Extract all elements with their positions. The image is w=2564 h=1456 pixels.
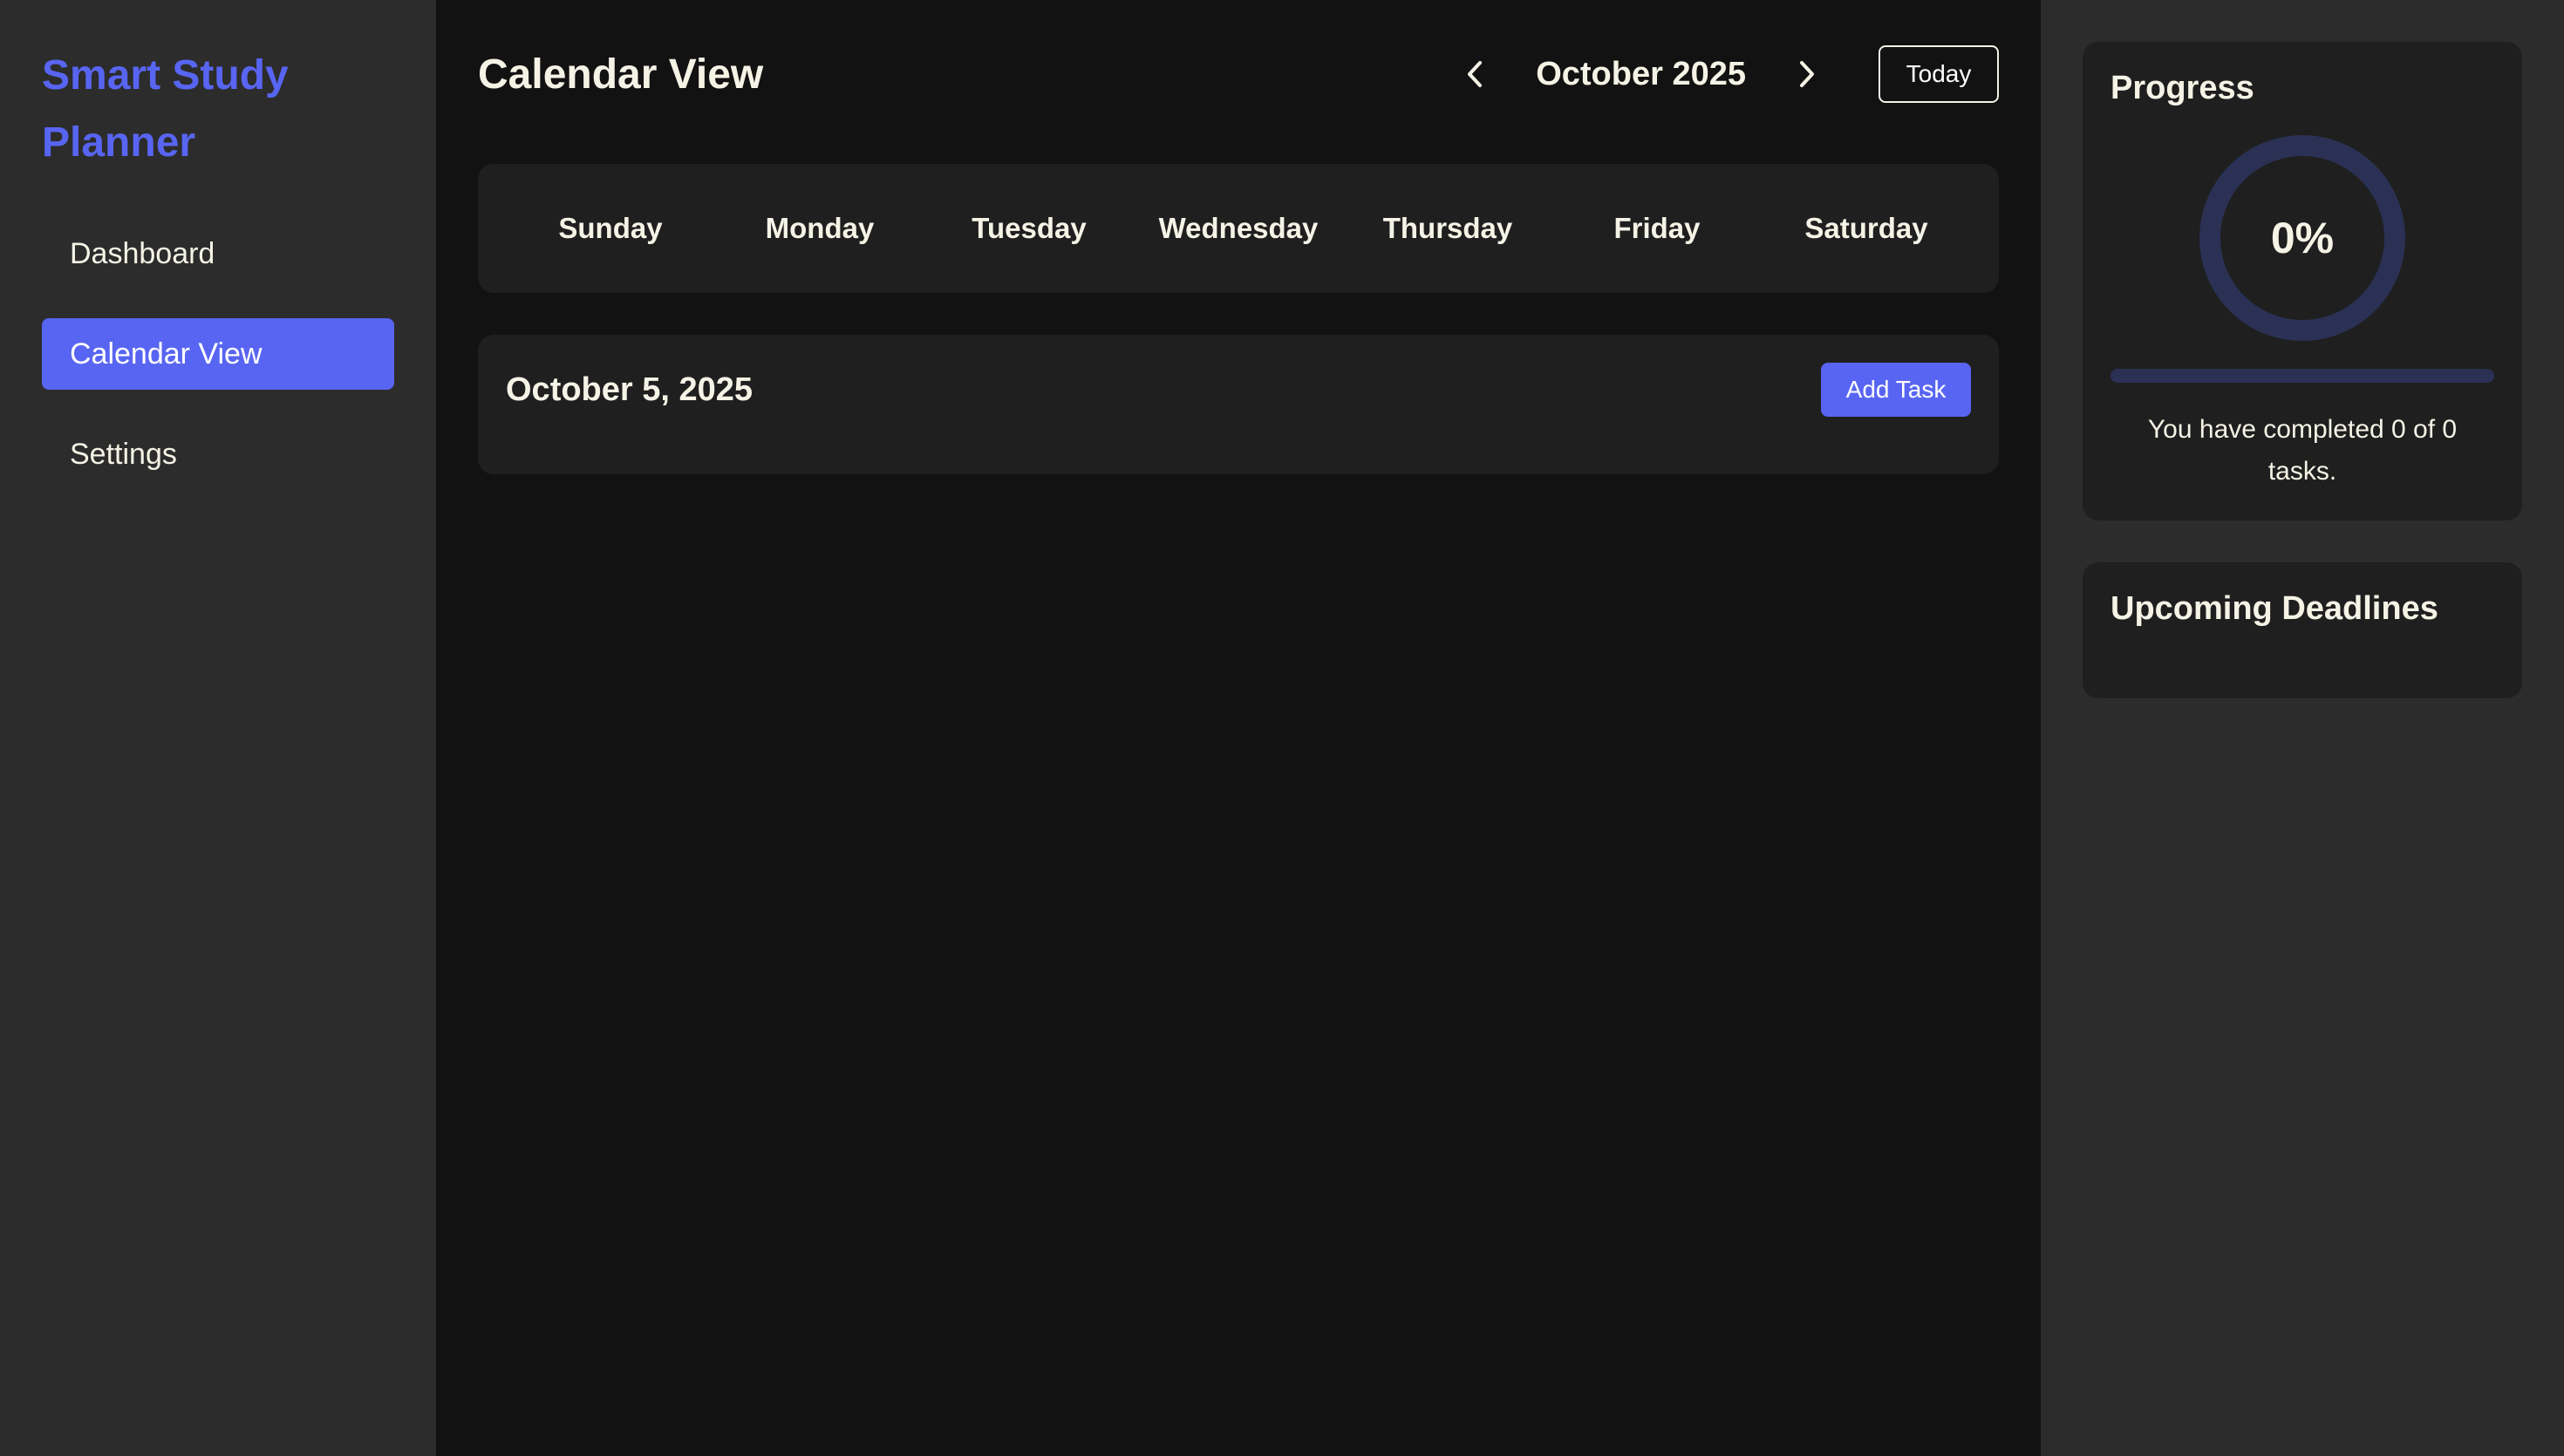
- upcoming-deadlines-title: Upcoming Deadlines: [2111, 590, 2438, 627]
- weekday-header: Sunday Monday Tuesday Wednesday Thursday…: [478, 164, 1999, 293]
- sidebar: Smart Study Planner Dashboard Calendar V…: [0, 0, 436, 1456]
- sidebar-nav: Dashboard Calendar View Settings: [42, 218, 394, 490]
- weekday-tuesday: Tuesday: [972, 212, 1087, 244]
- weekday-thursday: Thursday: [1382, 212, 1513, 244]
- month-navigation: October 2025 Today: [1449, 45, 1999, 103]
- app-brand: Smart Study Planner: [42, 52, 289, 166]
- month-label: October 2025: [1536, 55, 1746, 92]
- progress-ring: 0%: [2198, 133, 2407, 343]
- chevron-left-icon: [1468, 61, 1483, 87]
- weekday-wednesday: Wednesday: [1158, 212, 1319, 244]
- sidebar-item-settings[interactable]: Settings: [42, 418, 394, 490]
- progress-summary: You have completed 0 of 0 tasks.: [2147, 415, 2458, 486]
- next-month-button[interactable]: [1781, 48, 1833, 100]
- prev-month-button[interactable]: [1449, 48, 1501, 100]
- main-content: Calendar View October 2025 Today Sunday …: [436, 0, 2041, 1456]
- weekday-sunday: Sunday: [558, 212, 663, 244]
- main-header: Calendar View October 2025 Today: [478, 42, 1999, 106]
- day-card: October 5, 2025 Add Task: [478, 335, 1999, 474]
- chevron-right-icon: [1800, 61, 1814, 87]
- app-root: Smart Study Planner Dashboard Calendar V…: [0, 0, 2564, 1456]
- right-panel: Progress 0% You have completed 0 of 0 ta…: [2041, 0, 2564, 1456]
- progress-percent: 0%: [2270, 214, 2335, 262]
- weekday-monday: Monday: [765, 212, 875, 244]
- weekday-friday: Friday: [1613, 212, 1701, 244]
- today-button[interactable]: Today: [1879, 45, 1999, 103]
- page-title: Calendar View: [478, 51, 764, 98]
- sidebar-item-calendar-view[interactable]: Calendar View: [42, 318, 394, 390]
- upcoming-deadlines-card: Upcoming Deadlines: [2083, 562, 2522, 698]
- progress-title: Progress: [2111, 70, 2254, 106]
- progress-bar: [2111, 369, 2494, 383]
- progress-card: Progress 0% You have completed 0 of 0 ta…: [2083, 42, 2522, 520]
- add-task-button[interactable]: Add Task: [1821, 363, 1971, 417]
- weekday-saturday: Saturday: [1804, 212, 1928, 244]
- day-date-label: October 5, 2025: [506, 371, 754, 408]
- sidebar-item-dashboard[interactable]: Dashboard: [42, 218, 394, 289]
